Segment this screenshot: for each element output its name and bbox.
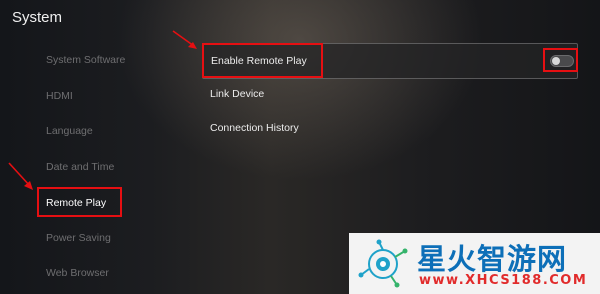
page-title: System bbox=[12, 9, 63, 26]
sidebar-item-power-saving[interactable]: Power Saving bbox=[46, 232, 111, 244]
sidebar-item-web-browser[interactable]: Web Browser bbox=[46, 267, 109, 279]
toggle-knob bbox=[552, 57, 560, 65]
sidebar-item-hdmi[interactable]: HDMI bbox=[46, 90, 73, 102]
watermark-url: www.XHCS188.COM bbox=[419, 273, 588, 288]
watermark-brand: 星火智游网 bbox=[417, 242, 568, 276]
sidebar-item-remote-play[interactable]: Remote Play bbox=[46, 197, 106, 209]
annotation-arrow-icon bbox=[172, 30, 197, 49]
menu-item-label: Link Device bbox=[210, 88, 265, 100]
annotation-arrow-icon bbox=[8, 162, 33, 190]
sidebar-item-system-software[interactable]: System Software bbox=[46, 54, 125, 66]
watermark: 星火智游网 www.XHCS188.COM bbox=[349, 233, 600, 294]
menu-item-link-device[interactable]: Link Device bbox=[202, 76, 578, 112]
menu-item-label: Enable Remote Play bbox=[211, 55, 307, 67]
menu-item-label: Connection History bbox=[210, 122, 299, 134]
sidebar-item-language[interactable]: Language bbox=[46, 125, 93, 137]
sidebar-item-date-and-time[interactable]: Date and Time bbox=[46, 161, 114, 173]
enable-remote-play-toggle[interactable] bbox=[550, 55, 574, 67]
menu-item-connection-history[interactable]: Connection History bbox=[202, 110, 578, 146]
menu-item-enable-remote-play[interactable]: Enable Remote Play bbox=[202, 43, 578, 79]
watermark-logo-icon bbox=[358, 239, 408, 288]
